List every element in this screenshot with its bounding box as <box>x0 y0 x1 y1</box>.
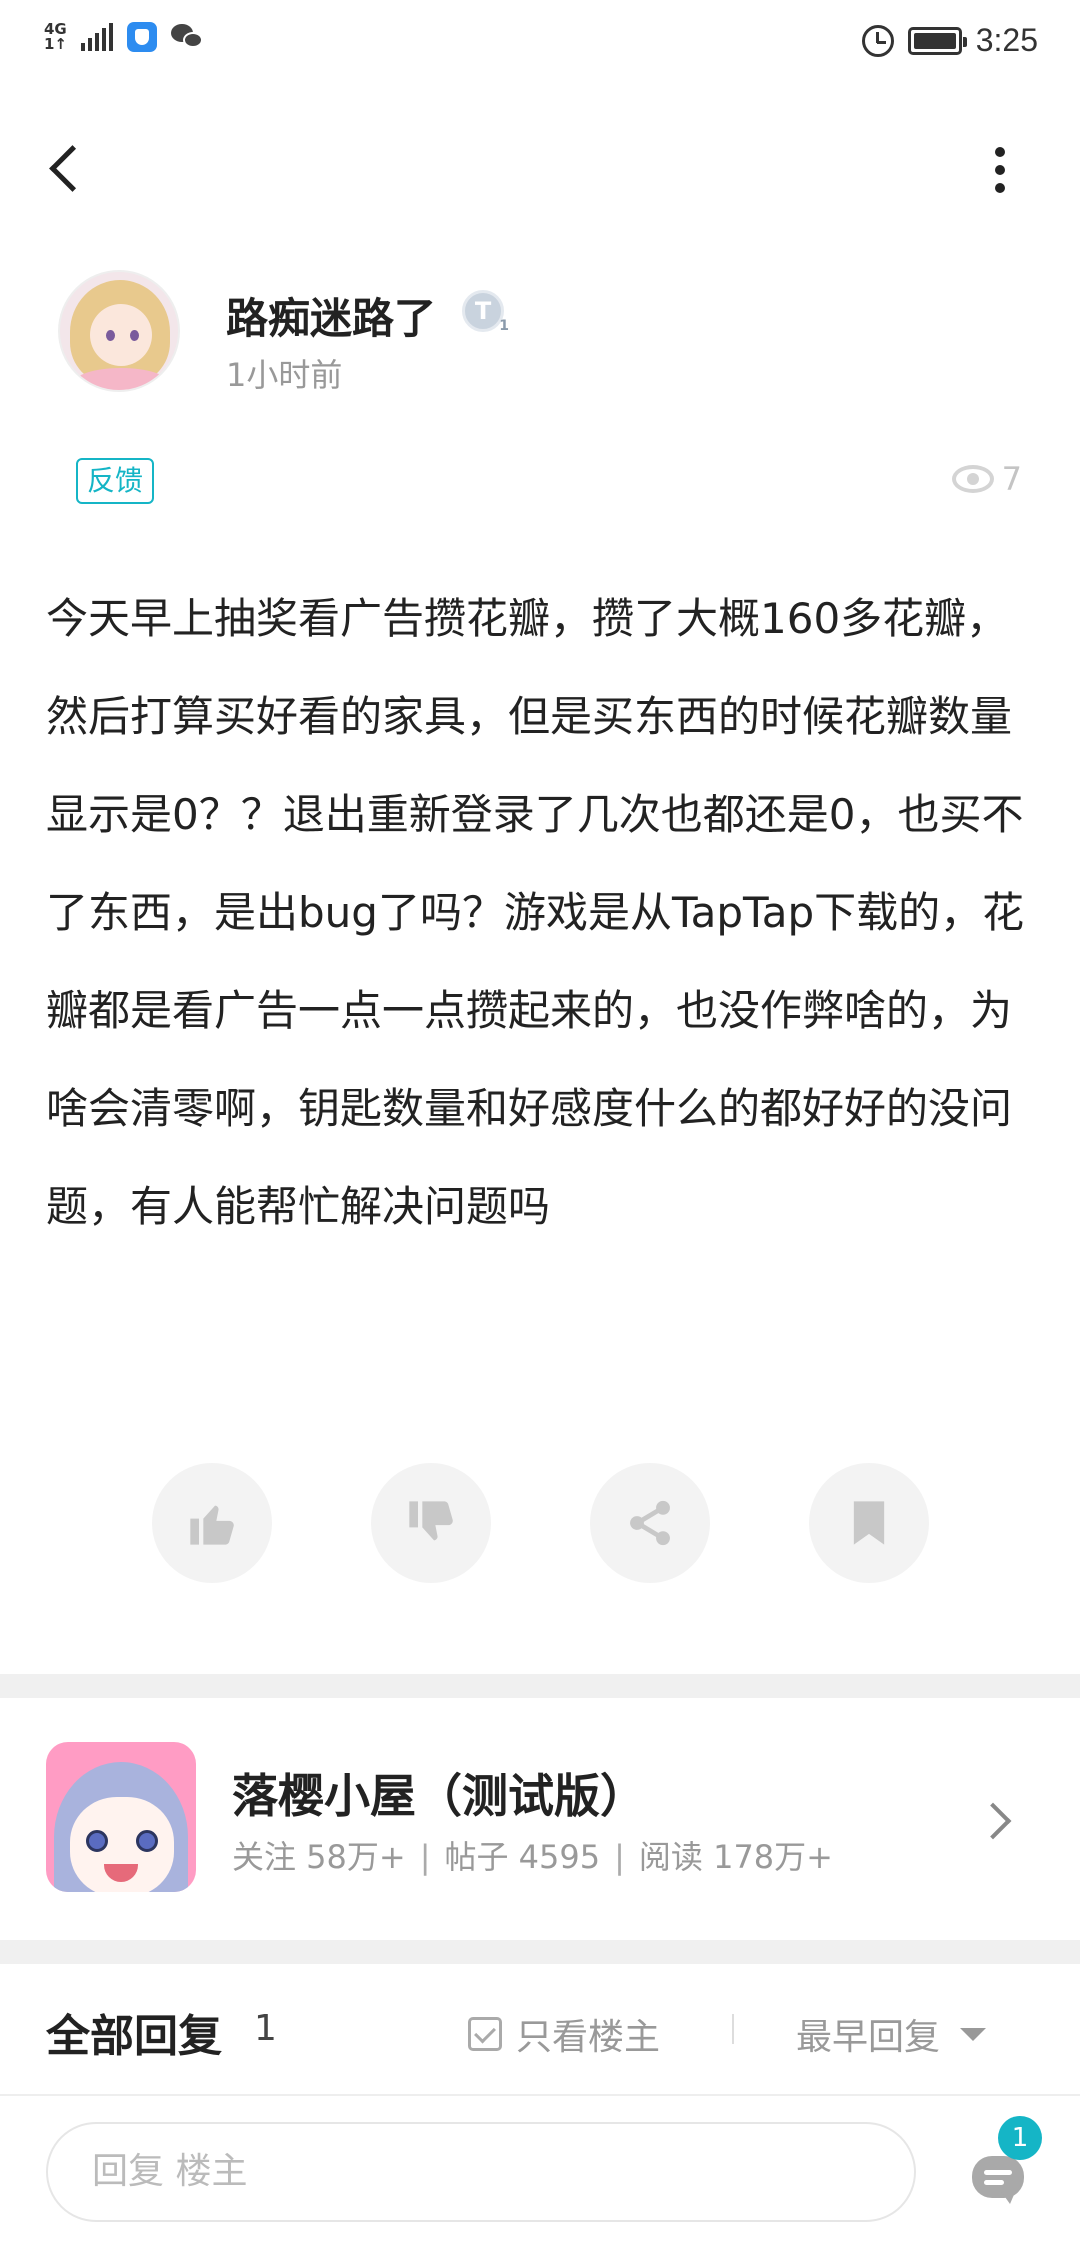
badge-letter: T <box>474 297 492 325</box>
post-body: 今天早上抽奖看广告攒花瓣，攒了大概160多花瓣，然后打算买好看的家具，但是买东西… <box>46 594 1025 1231</box>
bookmark-icon <box>853 1501 885 1545</box>
more-vertical-icon[interactable] <box>975 140 1025 200</box>
avatar[interactable] <box>58 270 180 392</box>
wechat-icon <box>171 22 205 52</box>
chevron-right-icon <box>980 1800 1010 1840</box>
network-indicator: 4G 1↑ <box>44 22 67 52</box>
post-actions <box>0 1463 1080 1583</box>
only-op-toggle[interactable]: 只看楼主 <box>468 2008 660 2060</box>
share-button[interactable] <box>590 1463 710 1583</box>
signal-icon <box>81 23 114 51</box>
forum-posts: 帖子 4595 <box>444 1838 601 1876</box>
bookmark-button[interactable] <box>809 1463 929 1583</box>
forum-stats: 关注 58万+ | 帖子 4595 | 阅读 178万+ <box>232 1838 833 1876</box>
reply-input[interactable]: 回复 楼主 <box>46 2122 916 2222</box>
dislike-icon <box>409 1501 453 1541</box>
like-icon <box>190 1505 234 1545</box>
only-op-label: 只看楼主 <box>516 2017 661 2058</box>
forum-reads: 阅读 178万+ <box>638 1838 833 1876</box>
author-name[interactable]: 路痴迷路了 <box>226 285 436 346</box>
forum-followers: 关注 58万+ <box>232 1838 406 1876</box>
replies-title: 全部回复 <box>46 2011 222 2062</box>
checkbox-icon <box>468 2017 502 2051</box>
dislike-button[interactable] <box>371 1463 491 1583</box>
eye-icon <box>951 465 994 493</box>
forum-name: 落樱小屋（测试版） <box>232 1769 646 1823</box>
replies-count: 1 <box>254 2008 277 2049</box>
back-arrow-icon[interactable] <box>38 134 98 204</box>
status-right: 3:25 <box>861 22 1038 59</box>
share-icon <box>630 1500 670 1546</box>
network-activity: 1↑ <box>44 35 68 53</box>
sort-label: 最早回复 <box>796 2017 941 2058</box>
battery-icon <box>907 26 967 55</box>
post-tag[interactable]: 反馈 <box>76 458 155 504</box>
author-level-badge: T 1 <box>462 290 509 333</box>
post-time: 1小时前 <box>226 356 343 394</box>
section-divider <box>0 1940 1080 1964</box>
view-count: 7 <box>951 460 1022 498</box>
caret-down-icon <box>960 2027 987 2041</box>
badge-level: 1 <box>499 318 509 334</box>
alarm-icon <box>861 24 894 57</box>
forum-icon <box>46 1742 196 1892</box>
status-left: 4G 1↑ <box>44 22 205 52</box>
reply-bar: 回复 楼主 <box>0 2094 1080 2244</box>
separator <box>732 2014 734 2044</box>
status-time: 3:25 <box>975 22 1038 58</box>
sort-dropdown[interactable]: 最早回复 <box>796 2008 987 2060</box>
comment-count-badge: 1 <box>998 2116 1042 2160</box>
app-badge-icon <box>127 22 158 52</box>
view-count-value: 7 <box>1001 460 1022 498</box>
like-button[interactable] <box>152 1463 272 1583</box>
section-divider <box>0 1674 1080 1698</box>
status-bar: 4G 1↑ 3:25 <box>0 0 1080 84</box>
